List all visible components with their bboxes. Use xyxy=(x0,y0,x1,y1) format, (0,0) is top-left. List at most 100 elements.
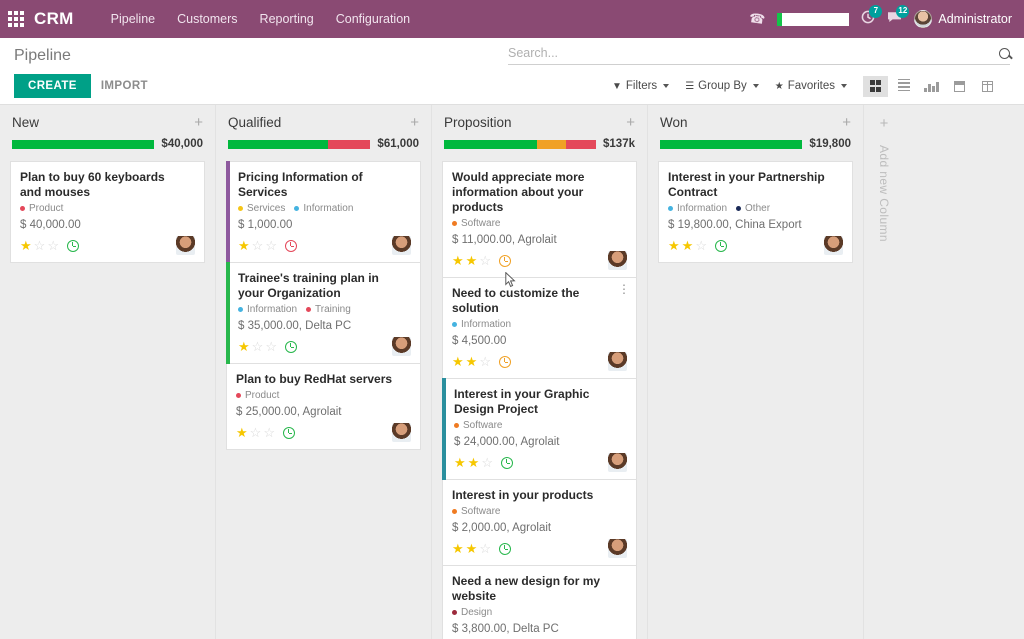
priority-stars[interactable]: ★ ☆ ☆ xyxy=(20,239,79,252)
progress-segment[interactable] xyxy=(327,139,371,149)
import-button[interactable]: IMPORT xyxy=(101,80,148,92)
activity-clock-icon[interactable] xyxy=(284,239,297,252)
star-icon[interactable]: ☆ xyxy=(695,239,707,252)
progress-segment[interactable] xyxy=(536,139,566,149)
priority-stars[interactable]: ★ ☆ ☆ xyxy=(238,239,297,252)
kanban-card[interactable]: Plan to buy 60 keyboards and mouses Produ… xyxy=(10,161,205,263)
star-icon[interactable]: ★ xyxy=(454,456,466,469)
add-card-button[interactable]: + xyxy=(194,115,203,130)
kanban-card[interactable]: Need a new design for my website Design $ … xyxy=(442,566,637,639)
activity-clock-icon[interactable] xyxy=(282,426,295,439)
menu-item-pipeline[interactable]: Pipeline xyxy=(100,1,166,37)
star-icon[interactable]: ☆ xyxy=(252,340,264,353)
activity-clock-icon[interactable] xyxy=(498,254,511,267)
kebab-menu-icon[interactable]: ⋮ xyxy=(618,283,630,295)
add-card-button[interactable]: + xyxy=(842,115,851,130)
star-icon[interactable]: ★ xyxy=(668,239,680,252)
app-brand-crm[interactable]: CRM xyxy=(34,9,74,29)
kanban-column-title: Proposition xyxy=(444,115,512,130)
kanban-progress-bar[interactable] xyxy=(660,139,803,149)
star-icon[interactable]: ★ xyxy=(238,340,250,353)
activity-clock-icon[interactable] xyxy=(714,239,727,252)
add-card-button[interactable]: + xyxy=(410,115,419,130)
view-calendar-button[interactable] xyxy=(947,76,972,97)
star-icon[interactable]: ★ xyxy=(452,254,464,267)
view-list-button[interactable] xyxy=(891,76,916,97)
filters-dropdown[interactable]: ▼ Filters xyxy=(612,80,670,92)
activity-clock-icon[interactable] xyxy=(284,340,297,353)
phone-icon[interactable]: ☎ xyxy=(748,10,766,28)
view-graph-button[interactable] xyxy=(919,76,944,97)
priority-stars[interactable]: ★ ★ ☆ xyxy=(668,239,727,252)
progress-segment[interactable] xyxy=(228,139,328,149)
menu-item-reporting[interactable]: Reporting xyxy=(249,1,325,37)
kanban-card[interactable]: Trainee's training plan in your Organiza… xyxy=(226,262,421,364)
progress-segment[interactable] xyxy=(444,139,537,149)
system-progress-bar[interactable] xyxy=(777,12,850,26)
star-icon[interactable]: ★ xyxy=(682,239,694,252)
messaging-menu[interactable]: 12 xyxy=(887,4,910,29)
priority-stars[interactable]: ★ ★ ☆ xyxy=(454,456,513,469)
add-new-column-label[interactable]: Add new Column xyxy=(877,145,891,242)
star-icon[interactable]: ☆ xyxy=(250,426,262,439)
activity-menu[interactable]: 7 xyxy=(861,4,883,29)
star-icon[interactable]: ★ xyxy=(20,239,32,252)
kanban-card[interactable]: Would appreciate more information about … xyxy=(442,161,637,278)
star-icon[interactable]: ☆ xyxy=(265,239,277,252)
progress-segment[interactable] xyxy=(565,139,596,149)
star-icon[interactable]: ★ xyxy=(466,355,478,368)
view-kanban-button[interactable] xyxy=(863,75,888,97)
create-button[interactable]: CREATE xyxy=(14,74,91,98)
star-icon[interactable]: ☆ xyxy=(34,239,46,252)
activity-clock-icon[interactable] xyxy=(500,456,513,469)
add-new-column[interactable]: + Add new Column xyxy=(864,105,904,639)
star-icon[interactable]: ★ xyxy=(466,542,478,555)
star-icon[interactable]: ★ xyxy=(236,426,248,439)
menu-item-customers[interactable]: Customers xyxy=(166,1,248,37)
menu-item-configuration[interactable]: Configuration xyxy=(325,1,421,37)
star-icon[interactable]: ☆ xyxy=(252,239,264,252)
star-icon[interactable]: ★ xyxy=(238,239,250,252)
kanban-card[interactable]: Interest in your products Software $ 2,000… xyxy=(442,480,637,566)
star-icon[interactable]: ☆ xyxy=(481,456,493,469)
kanban-card[interactable]: Need to customize the solution Informatio… xyxy=(442,271,637,379)
magnifier-icon[interactable] xyxy=(999,47,1010,59)
progress-segment[interactable] xyxy=(660,139,803,149)
activity-clock-icon[interactable] xyxy=(498,542,511,555)
search-input[interactable] xyxy=(508,46,993,60)
kanban-progress-bar[interactable] xyxy=(444,139,596,149)
priority-stars[interactable]: ★ ★ ☆ xyxy=(452,254,511,267)
star-icon[interactable]: ★ xyxy=(452,355,464,368)
favorites-dropdown[interactable]: ★ Favorites xyxy=(775,80,847,92)
star-icon[interactable]: ☆ xyxy=(47,239,59,252)
star-icon[interactable]: ★ xyxy=(452,542,464,555)
kanban-card[interactable]: Interest in your Partnership Contract Inf… xyxy=(658,161,853,263)
kanban-card[interactable]: Interest in your Graphic Design Project S… xyxy=(442,378,637,480)
add-column-plus-icon[interactable]: + xyxy=(880,116,889,131)
priority-stars[interactable]: ★ ☆ ☆ xyxy=(236,426,295,439)
activity-clock-icon[interactable] xyxy=(66,239,79,252)
view-pivot-button[interactable] xyxy=(975,76,1000,97)
progress-segment[interactable] xyxy=(12,139,155,149)
star-icon[interactable]: ☆ xyxy=(263,426,275,439)
star-icon[interactable]: ☆ xyxy=(479,355,491,368)
priority-stars[interactable]: ★ ☆ ☆ xyxy=(238,340,297,353)
kanban-progress-bar[interactable] xyxy=(228,139,371,149)
star-icon[interactable]: ☆ xyxy=(479,542,491,555)
star-icon[interactable]: ★ xyxy=(468,456,480,469)
add-card-button[interactable]: + xyxy=(626,115,635,130)
kanban-card[interactable]: Pricing Information of Services Services I… xyxy=(226,161,421,263)
control-panel: Pipeline CREATE IMPORT ▼ Filters ☰ Group… xyxy=(0,38,1024,105)
group-by-dropdown[interactable]: ☰ Group By xyxy=(685,80,759,92)
kanban-progress-bar[interactable] xyxy=(12,139,155,149)
star-icon[interactable]: ★ xyxy=(466,254,478,267)
search-bar[interactable] xyxy=(508,46,1010,65)
kanban-card[interactable]: Plan to buy RedHat servers Product $ 25,00… xyxy=(226,364,421,450)
priority-stars[interactable]: ★ ★ ☆ xyxy=(452,355,511,368)
user-menu[interactable]: Administrator xyxy=(914,10,1012,28)
priority-stars[interactable]: ★ ★ ☆ xyxy=(452,542,511,555)
star-icon[interactable]: ☆ xyxy=(265,340,277,353)
apps-grid-icon[interactable] xyxy=(8,11,24,27)
star-icon[interactable]: ☆ xyxy=(479,254,491,267)
activity-clock-icon[interactable] xyxy=(498,355,511,368)
